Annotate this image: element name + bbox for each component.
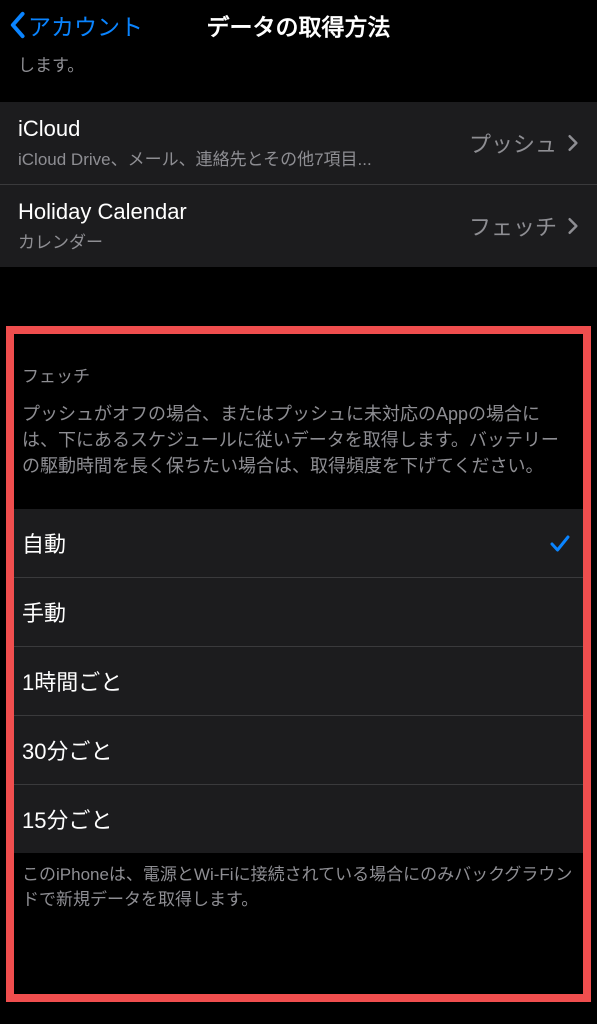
account-value: フェッチ	[469, 210, 557, 242]
fetch-option-label: 15分ごと	[22, 803, 112, 835]
checkmark-icon	[549, 532, 571, 554]
account-row-holiday-calendar[interactable]: Holiday Calendar カレンダー フェッチ	[0, 185, 597, 267]
page-title: データの取得方法	[207, 8, 391, 42]
account-subtitle: iCloud Drive、メール、連絡先とその他7項目...	[18, 145, 469, 170]
push-section-footer: します。	[0, 50, 597, 102]
account-main: Holiday Calendar カレンダー	[18, 199, 469, 253]
account-list: iCloud iCloud Drive、メール、連絡先とその他7項目... プッ…	[0, 102, 597, 267]
account-row-icloud[interactable]: iCloud iCloud Drive、メール、連絡先とその他7項目... プッ…	[0, 102, 597, 185]
fetch-option-15min[interactable]: 15分ごと	[14, 785, 583, 853]
account-subtitle: カレンダー	[18, 228, 469, 253]
back-button[interactable]: アカウント	[8, 8, 143, 42]
fetch-option-label: 手動	[22, 596, 66, 628]
fetch-options-list: 自動 手動 1時間ごと 30分ごと 15分ごと	[14, 509, 583, 853]
fetch-section-description: プッシュがオフの場合、またはプッシュに未対応のAppの場合には、下にあるスケジュ…	[14, 397, 583, 509]
fetch-option-manual[interactable]: 手動	[14, 578, 583, 647]
fetch-option-auto[interactable]: 自動	[14, 509, 583, 578]
navigation-bar: アカウント データの取得方法	[0, 0, 597, 50]
account-title: Holiday Calendar	[18, 199, 469, 225]
fetch-section-header: フェッチ	[14, 334, 583, 397]
back-label: アカウント	[28, 8, 143, 42]
fetch-section-footer: このiPhoneは、電源とWi-Fiに接続されている場合にのみバックグラウンドで…	[14, 853, 583, 928]
fetch-option-label: 自動	[22, 527, 66, 559]
chevron-right-icon	[567, 217, 579, 235]
fetch-option-label: 30分ごと	[22, 734, 112, 766]
fetch-option-label: 1時間ごと	[22, 665, 122, 697]
fetch-option-hourly[interactable]: 1時間ごと	[14, 647, 583, 716]
account-value: プッシュ	[469, 127, 557, 159]
account-main: iCloud iCloud Drive、メール、連絡先とその他7項目...	[18, 116, 469, 170]
fetch-section: フェッチ プッシュがオフの場合、またはプッシュに未対応のAppの場合には、下にあ…	[14, 334, 583, 929]
fetch-option-30min[interactable]: 30分ごと	[14, 716, 583, 785]
account-title: iCloud	[18, 116, 469, 142]
chevron-left-icon	[8, 11, 26, 39]
chevron-right-icon	[567, 134, 579, 152]
